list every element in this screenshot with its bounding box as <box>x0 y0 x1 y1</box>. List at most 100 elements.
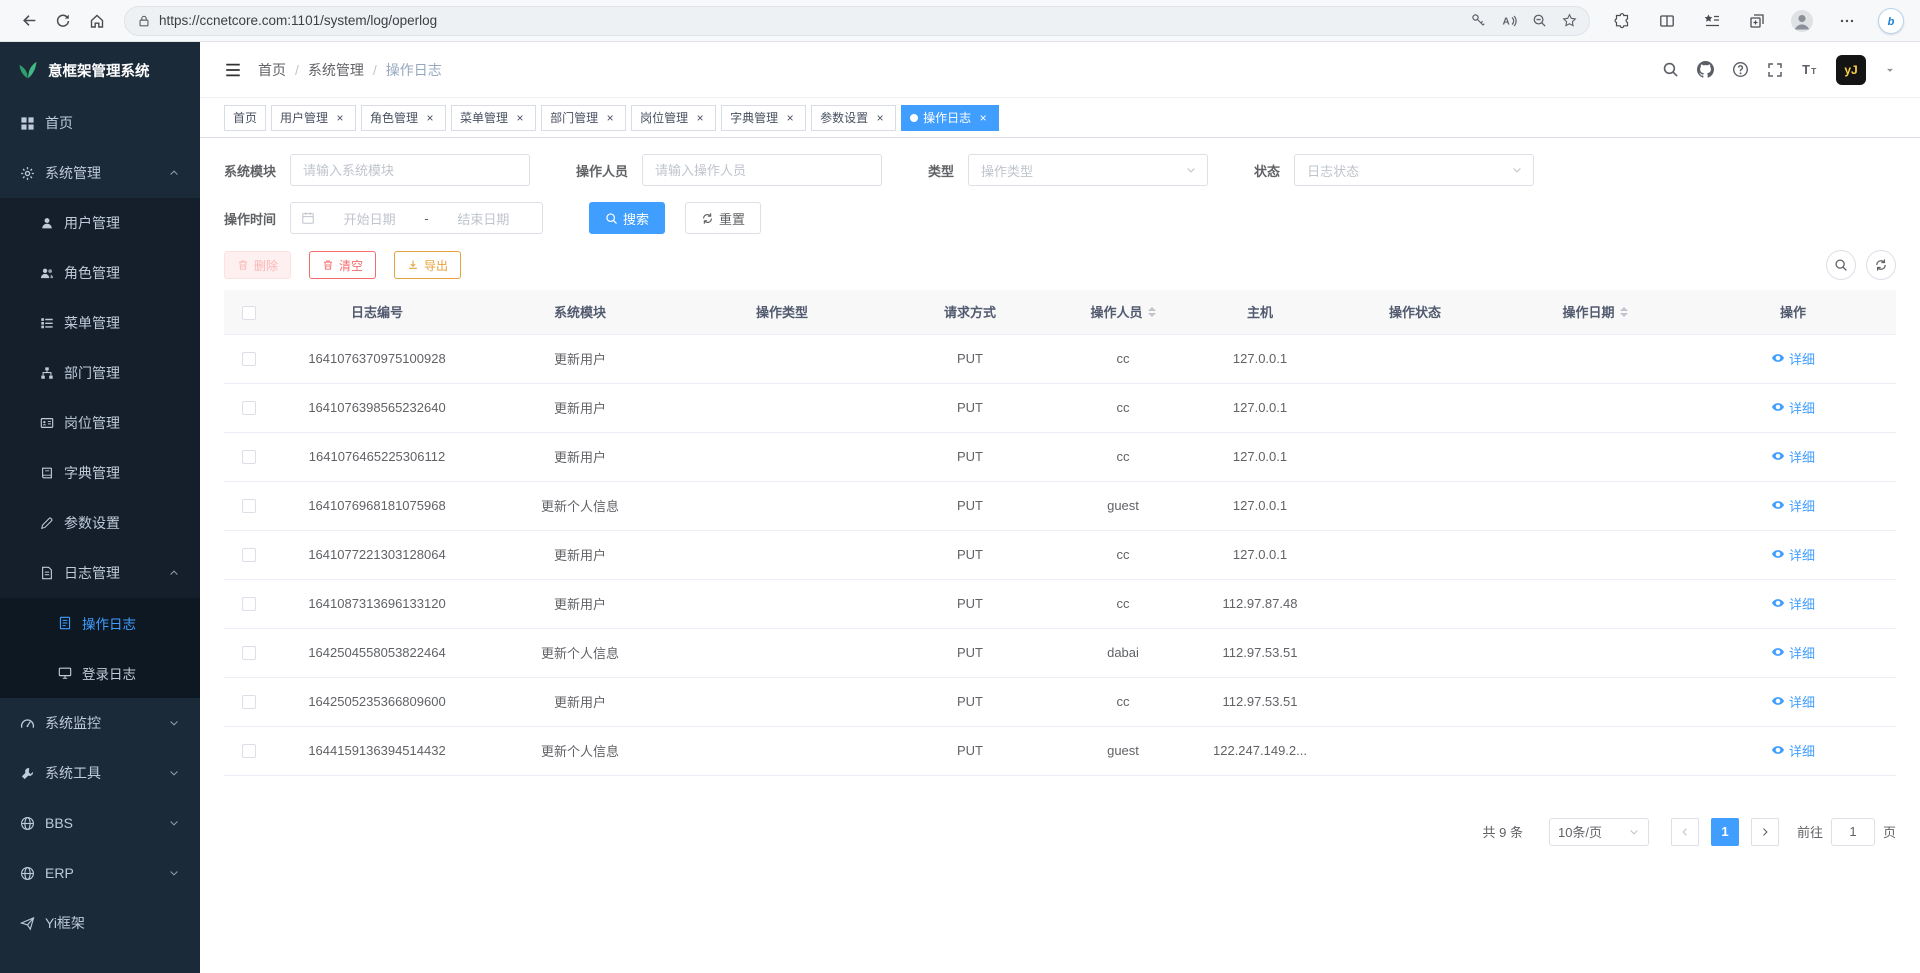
tab[interactable]: 首页 × <box>224 105 266 131</box>
browser-reload-button[interactable] <box>46 4 80 38</box>
user-avatar[interactable]: yJ <box>1836 55 1866 85</box>
next-page-button[interactable] <box>1751 818 1779 846</box>
sidebar-item-param-settings[interactable]: 参数设置 <box>0 498 200 548</box>
tab-close-icon[interactable]: × <box>513 111 527 125</box>
detail-link[interactable]: 详细 <box>1771 692 1815 711</box>
tab[interactable]: 字典管理 × <box>721 105 806 131</box>
reset-button[interactable]: 重置 <box>685 202 761 234</box>
header-search-icon[interactable] <box>1662 61 1679 78</box>
github-icon[interactable] <box>1697 61 1714 78</box>
tab-close-icon[interactable]: × <box>783 111 797 125</box>
sort-icons[interactable] <box>1148 307 1156 317</box>
tab[interactable]: 用户管理 × <box>271 105 356 131</box>
sidebar-item-home[interactable]: 首页 <box>0 98 200 148</box>
sidebar-toggle-icon[interactable] <box>224 61 242 79</box>
tab-close-icon[interactable]: × <box>693 111 707 125</box>
breadcrumb-home[interactable]: 首页 <box>258 60 286 80</box>
address-bar[interactable]: https://ccnetcore.com:1101/system/log/op… <box>124 6 1590 36</box>
row-checkbox[interactable] <box>242 499 256 513</box>
sidebar-item-bbs[interactable]: BBS <box>0 798 200 848</box>
sidebar-item-log-mgmt[interactable]: 日志管理 <box>0 548 200 598</box>
read-aloud-icon[interactable] <box>1501 13 1517 29</box>
browser-back-button[interactable] <box>12 4 46 38</box>
row-checkbox[interactable] <box>242 597 256 611</box>
row-checkbox[interactable] <box>242 646 256 660</box>
font-size-icon[interactable] <box>1801 61 1818 78</box>
favorites-bar-icon[interactable] <box>1698 7 1726 35</box>
url-text[interactable]: https://ccnetcore.com:1101/system/log/op… <box>159 13 1463 28</box>
sidebar-item-post-mgmt[interactable]: 岗位管理 <box>0 398 200 448</box>
browser-menu-icon[interactable] <box>1833 7 1861 35</box>
tab-close-icon[interactable]: × <box>976 111 990 125</box>
sort-icons[interactable] <box>1620 307 1628 317</box>
tab-close-icon[interactable]: × <box>603 111 617 125</box>
avatar-caret-icon[interactable] <box>1884 64 1896 76</box>
module-input[interactable] <box>290 154 530 186</box>
col-header-date[interactable]: 操作日期 <box>1500 290 1690 334</box>
sidebar-item-login-log[interactable]: 登录日志 <box>0 648 200 698</box>
sidebar-item-user-mgmt[interactable]: 用户管理 <box>0 198 200 248</box>
tab[interactable]: 角色管理 × <box>361 105 446 131</box>
tab-close-icon[interactable]: × <box>333 111 347 125</box>
favorite-star-icon[interactable] <box>1562 13 1577 28</box>
current-page-button[interactable]: 1 <box>1711 818 1739 846</box>
fullscreen-icon[interactable] <box>1767 62 1783 78</box>
detail-link[interactable]: 详细 <box>1771 741 1815 760</box>
sidebar-item-erp[interactable]: ERP <box>0 848 200 898</box>
tab[interactable]: 岗位管理 × <box>631 105 716 131</box>
row-checkbox[interactable] <box>242 401 256 415</box>
split-screen-icon[interactable] <box>1653 7 1681 35</box>
sidebar-item-system[interactable]: 系统管理 <box>0 148 200 198</box>
search-button[interactable]: 搜索 <box>589 202 665 234</box>
sidebar-item-role-mgmt[interactable]: 角色管理 <box>0 248 200 298</box>
password-key-icon[interactable] <box>1471 13 1486 28</box>
detail-link[interactable]: 详细 <box>1771 643 1815 662</box>
toggle-search-icon[interactable] <box>1826 250 1856 280</box>
row-checkbox[interactable] <box>242 695 256 709</box>
sidebar-item-dict-mgmt[interactable]: 字典管理 <box>0 448 200 498</box>
lock-icon[interactable] <box>137 14 151 28</box>
type-select[interactable]: 操作类型 <box>968 154 1208 186</box>
operator-input[interactable] <box>642 154 882 186</box>
detail-link[interactable]: 详细 <box>1771 545 1815 564</box>
status-select[interactable]: 日志状态 <box>1294 154 1534 186</box>
prev-page-button[interactable] <box>1671 818 1699 846</box>
tab-close-icon[interactable]: × <box>873 111 887 125</box>
sidebar-item-menu-mgmt[interactable]: 菜单管理 <box>0 298 200 348</box>
select-all-checkbox[interactable] <box>242 306 256 320</box>
row-checkbox[interactable] <box>242 450 256 464</box>
detail-link[interactable]: 详细 <box>1771 398 1815 417</box>
tab-close-icon[interactable]: × <box>423 111 437 125</box>
breadcrumb-system-mgmt[interactable]: 系统管理 <box>308 60 364 80</box>
collections-icon[interactable] <box>1743 7 1771 35</box>
clear-button[interactable]: 清空 <box>309 251 376 279</box>
col-header-operator[interactable]: 操作人员 <box>1056 290 1190 334</box>
date-range-picker[interactable]: 开始日期 - 结束日期 <box>290 202 543 234</box>
tab[interactable]: 操作日志 × <box>901 105 999 131</box>
tab[interactable]: 参数设置 × <box>811 105 896 131</box>
browser-profile-avatar[interactable] <box>1788 7 1816 35</box>
help-icon[interactable] <box>1732 61 1749 78</box>
row-checkbox[interactable] <box>242 548 256 562</box>
goto-page-input[interactable] <box>1831 818 1875 846</box>
sidebar-item-system-tools[interactable]: 系统工具 <box>0 748 200 798</box>
zoom-out-icon[interactable] <box>1532 13 1547 28</box>
delete-button[interactable]: 删除 <box>224 251 291 279</box>
detail-link[interactable]: 详细 <box>1771 594 1815 613</box>
page-size-select[interactable]: 10条/页 <box>1549 818 1649 846</box>
sidebar-item-system-monitor[interactable]: 系统监控 <box>0 698 200 748</box>
sidebar-item-dept-mgmt[interactable]: 部门管理 <box>0 348 200 398</box>
sidebar-item-yi-framework[interactable]: Yi框架 <box>0 898 200 948</box>
refresh-table-icon[interactable] <box>1866 250 1896 280</box>
detail-link[interactable]: 详细 <box>1771 496 1815 515</box>
row-checkbox[interactable] <box>242 744 256 758</box>
row-checkbox[interactable] <box>242 352 256 366</box>
extensions-icon[interactable] <box>1608 7 1636 35</box>
export-button[interactable]: 导出 <box>394 251 461 279</box>
tab[interactable]: 菜单管理 × <box>451 105 536 131</box>
bing-discover-icon[interactable] <box>1878 8 1904 34</box>
detail-link[interactable]: 详细 <box>1771 349 1815 368</box>
sidebar-item-operation-log[interactable]: 操作日志 <box>0 598 200 648</box>
tab[interactable]: 部门管理 × <box>541 105 626 131</box>
detail-link[interactable]: 详细 <box>1771 447 1815 466</box>
